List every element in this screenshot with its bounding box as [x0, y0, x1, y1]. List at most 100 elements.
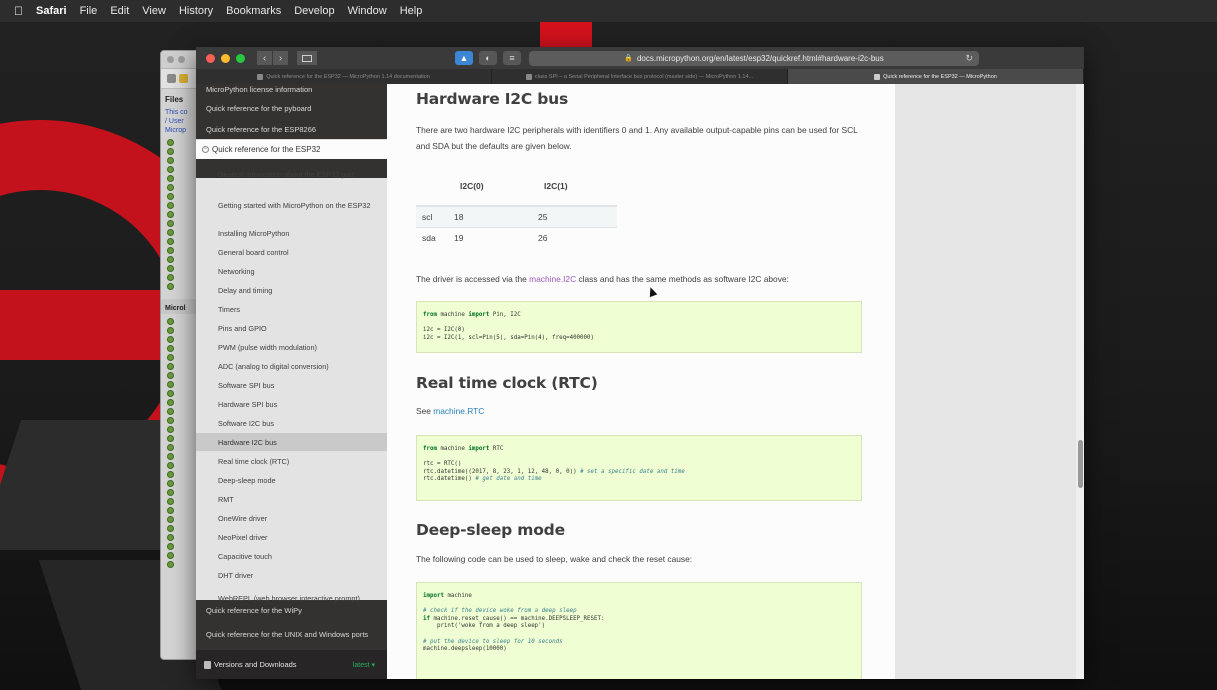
nav-quickref-esp32[interactable]: − Quick reference for the ESP32 — [196, 139, 387, 159]
safari-window: ‹ › ▲ ◐ ≡ 🔒 docs.micropython.org/en/late… — [196, 47, 1084, 679]
tab-label: Quick reference for the ESP32 — MicroPyt… — [883, 73, 997, 80]
python-file-icon — [167, 516, 174, 523]
python-file-icon — [167, 471, 174, 478]
python-file-icon — [167, 336, 174, 343]
table-header-cell — [416, 166, 448, 207]
nav-pins-gpio[interactable]: Pins and GPIO — [196, 319, 387, 337]
table-header-cell: I2C(0) — [448, 166, 532, 207]
book-icon — [204, 660, 211, 669]
reload-icon[interactable]: ↻ — [965, 53, 973, 64]
table-cell: scl — [416, 205, 448, 227]
nav-rtc[interactable]: Real time clock (RTC) — [196, 452, 387, 470]
menu-history[interactable]: History — [179, 5, 213, 17]
python-file-icon — [167, 157, 174, 164]
page-margin-area — [895, 84, 1084, 679]
menu-file[interactable]: File — [80, 5, 98, 17]
code-text: machine — [443, 593, 472, 599]
paragraph-i2c-driver: The driver is accessed via the machine.I… — [416, 271, 886, 287]
url-text: docs.micropython.org/en/latest/esp32/qui… — [636, 53, 884, 63]
docs-nav-bottom: Quick reference for the WiPy Quick refer… — [196, 600, 387, 650]
nav-hardware-spi[interactable]: Hardware SPI bus — [196, 395, 387, 413]
python-file-icon — [167, 426, 174, 433]
nav-networking[interactable]: Networking — [196, 262, 387, 280]
extension-triangle-icon[interactable]: ▲ — [455, 51, 473, 65]
nav-getting-started[interactable]: Getting started with MicroPython on the … — [196, 191, 387, 219]
menu-bookmarks[interactable]: Bookmarks — [226, 5, 281, 17]
close-window-icon[interactable] — [206, 53, 215, 63]
nav-license[interactable]: MicroPython license information — [196, 84, 387, 98]
nav-quickref-wipy[interactable]: Quick reference for the WiPy — [196, 600, 387, 620]
table-cell: sda — [416, 226, 448, 248]
zoom-window-icon[interactable] — [236, 53, 245, 63]
text-segment: The driver is accessed via the — [416, 274, 530, 284]
nav-timers[interactable]: Timers — [196, 300, 387, 318]
window-controls — [196, 53, 245, 63]
nav-onewire[interactable]: OneWire driver — [196, 509, 387, 527]
nav-capacitive-touch[interactable]: Capacitive touch — [196, 547, 387, 565]
nav-rmt[interactable]: RMT — [196, 490, 387, 508]
minimize-window-icon[interactable] — [221, 53, 230, 63]
python-file-icon — [167, 507, 174, 514]
nav-deep-sleep[interactable]: Deep-sleep mode — [196, 471, 387, 489]
menu-view[interactable]: View — [142, 5, 166, 17]
nav-software-spi[interactable]: Software SPI bus — [196, 376, 387, 394]
menu-develop[interactable]: Develop — [294, 5, 334, 17]
nav-adc[interactable]: ADC (analog to digital conversion) — [196, 357, 387, 375]
python-file-icon — [167, 148, 174, 155]
sidebar-toggle-icon[interactable] — [297, 51, 317, 65]
code-text: RTC — [489, 446, 504, 452]
nav-board-control[interactable]: General board control — [196, 243, 387, 261]
collapse-icon[interactable]: − — [202, 146, 209, 153]
nav-delay-timing[interactable]: Delay and timing — [196, 281, 387, 299]
python-file-icon — [167, 175, 174, 182]
python-file-icon — [167, 372, 174, 379]
menu-help[interactable]: Help — [400, 5, 423, 17]
tab-esp32-quickref[interactable]: Quick reference for the ESP32 — MicroPyt… — [196, 69, 492, 84]
python-file-icon — [167, 211, 174, 218]
apple-icon[interactable]:  — [14, 4, 23, 18]
tab-esp32-quickref-active[interactable]: Quick reference for the ESP32 — MicroPyt… — [788, 69, 1084, 84]
tab-label: class SPI – a Serial Peripheral Interfac… — [534, 73, 754, 80]
nav-neopixel[interactable]: NeoPixel driver — [196, 528, 387, 546]
reader-icon[interactable]: ≡ — [503, 51, 521, 65]
menu-safari[interactable]: Safari — [36, 5, 67, 17]
menu-edit[interactable]: Edit — [110, 5, 129, 17]
nav-quickref-pyboard[interactable]: Quick reference for the pyboard — [196, 98, 387, 119]
python-file-icon — [167, 193, 174, 200]
python-file-icon — [167, 543, 174, 550]
favicon-icon — [257, 73, 264, 80]
nav-hardware-i2c[interactable]: Hardware I2C bus — [196, 433, 387, 451]
python-file-icon — [167, 381, 174, 388]
python-file-icon — [167, 220, 174, 227]
menu-window[interactable]: Window — [348, 5, 387, 17]
paragraph-deep-sleep: The following code can be used to sleep,… — [416, 554, 693, 564]
nav-dht[interactable]: DHT driver — [196, 566, 387, 584]
address-bar[interactable]: 🔒 docs.micropython.org/en/latest/esp32/q… — [529, 50, 979, 66]
open-folder-icon[interactable] — [179, 74, 188, 83]
nav-software-i2c[interactable]: Software I2C bus — [196, 414, 387, 432]
nav-installing[interactable]: Installing MicroPython — [196, 224, 387, 242]
new-file-icon[interactable] — [167, 74, 176, 83]
nav-quickref-esp8266[interactable]: Quick reference for the ESP8266 — [196, 119, 387, 139]
nav-quickref-unix[interactable]: Quick reference for the UNIX and Windows… — [196, 620, 387, 650]
table-cell: 25 — [532, 205, 617, 227]
scrollbar-track[interactable] — [1076, 84, 1084, 679]
table-header-row: I2C(0) I2C(1) — [416, 166, 617, 207]
machine-i2c-link[interactable]: machine.I2C — [529, 274, 576, 284]
machine-rtc-link[interactable]: machine.RTC — [433, 406, 484, 416]
version-value[interactable]: latest ▾ — [353, 661, 375, 669]
extension-shield-icon[interactable]: ◐ — [479, 51, 497, 65]
nav-pwm[interactable]: PWM (pulse width modulation) — [196, 338, 387, 356]
scrollbar-thumb[interactable] — [1078, 440, 1083, 488]
paragraph-i2c-intro: There are two hardware I2C peripherals w… — [416, 125, 858, 151]
python-file-icon — [167, 247, 174, 254]
forward-icon[interactable]: › — [273, 51, 289, 65]
code-block-deep-sleep: import machine # check if the device wok… — [416, 582, 862, 679]
history-nav: ‹ › — [257, 51, 289, 65]
code-keyword: import — [468, 446, 490, 452]
nav-general-info[interactable]: General information about the ESP32 port — [196, 160, 387, 188]
python-file-icon — [167, 552, 174, 559]
back-icon[interactable]: ‹ — [257, 51, 273, 65]
versions-selector[interactable]: Versions and Downloads latest ▾ — [196, 650, 387, 679]
tab-class-spi[interactable]: class SPI – a Serial Peripheral Interfac… — [492, 69, 788, 84]
